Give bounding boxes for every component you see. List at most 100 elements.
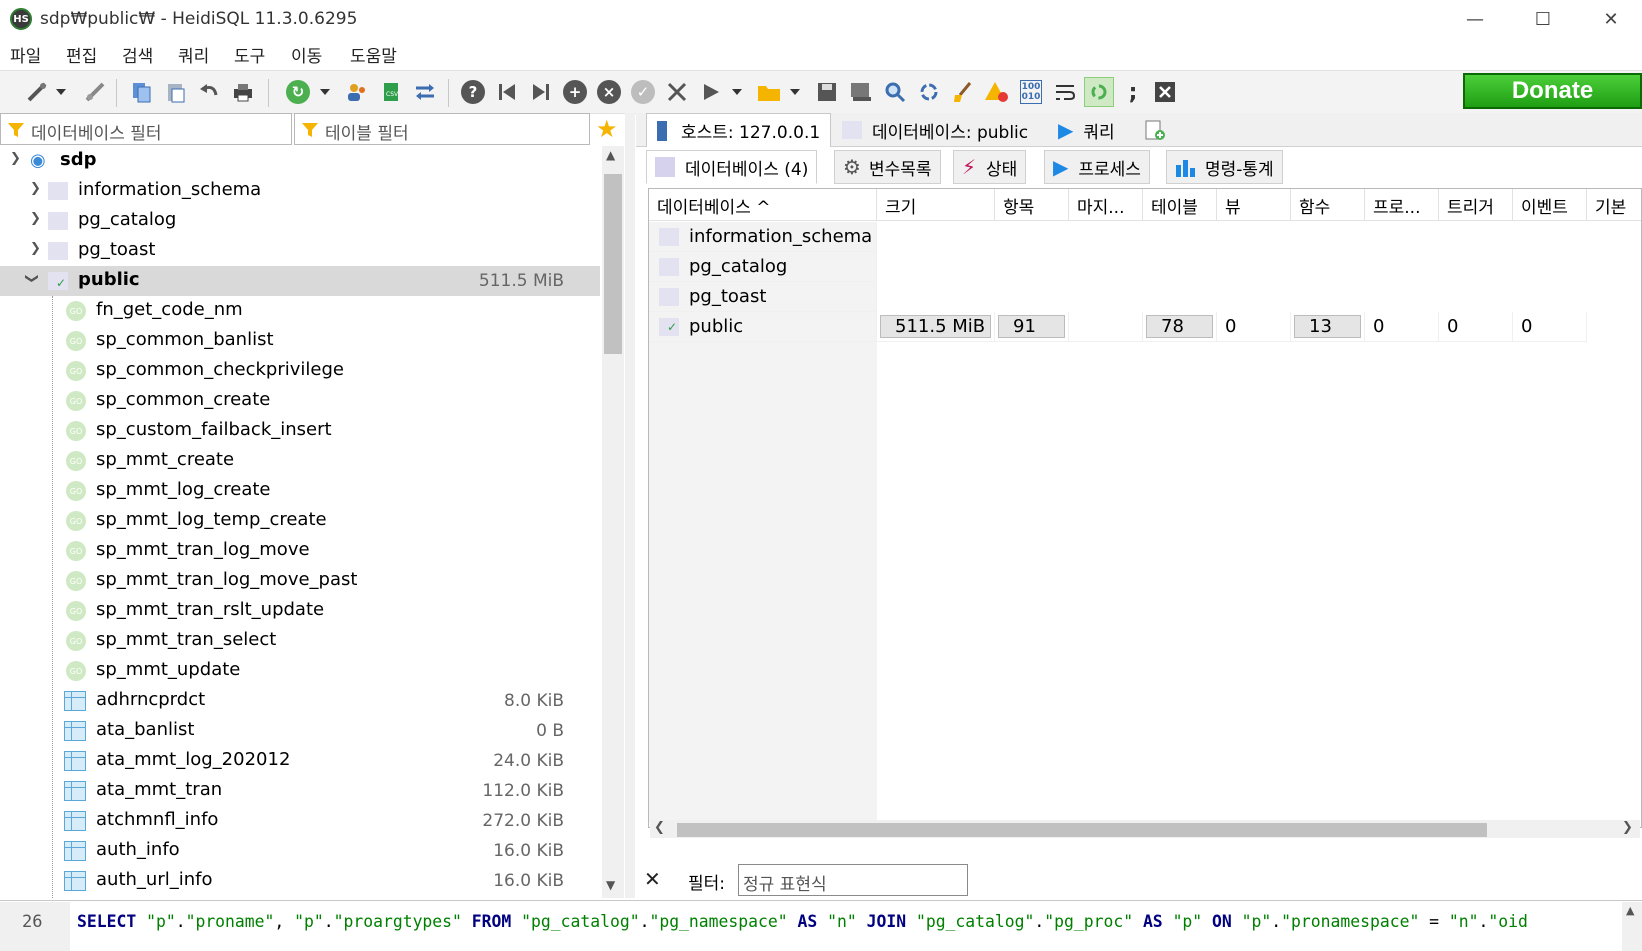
favorite-star-icon[interactable]: ★ xyxy=(596,115,618,143)
grid-scrollbar-thumb[interactable] xyxy=(677,823,1487,837)
tree-node-table[interactable]: auth_info 16.0 KiB xyxy=(0,836,600,866)
menu-edit[interactable]: 편집 xyxy=(66,42,97,67)
tree-node-function[interactable]: GO fn_get_code_nm xyxy=(0,296,600,326)
sync-icon[interactable] xyxy=(410,77,440,107)
sql-text[interactable]: SELECT "p"."proname", "p"."proargtypes" … xyxy=(77,912,1622,931)
terminator-icon[interactable]: ; xyxy=(1118,77,1148,107)
dropdown-arrow-icon[interactable] xyxy=(786,77,804,107)
save-icon[interactable] xyxy=(812,77,842,107)
column-header[interactable]: 트리거 xyxy=(1439,189,1513,221)
first-icon[interactable] xyxy=(492,77,522,107)
maximize-icon[interactable]: ☐ xyxy=(1508,0,1578,38)
scroll-right-icon[interactable]: ❯ xyxy=(1622,820,1633,835)
remove-icon[interactable]: × xyxy=(594,77,624,107)
print-icon[interactable] xyxy=(228,77,258,107)
cancel-icon[interactable] xyxy=(662,77,692,107)
column-header[interactable]: 프로... xyxy=(1365,189,1439,221)
cell-events[interactable]: 0 xyxy=(1513,312,1587,342)
auto-refresh-icon[interactable] xyxy=(1084,77,1114,107)
run-icon[interactable] xyxy=(696,77,726,107)
connect-icon[interactable] xyxy=(22,77,52,107)
cell-procedures[interactable]: 0 xyxy=(1365,312,1439,342)
apply-icon[interactable]: ✓ xyxy=(628,77,658,107)
paste-icon[interactable] xyxy=(160,77,190,107)
tree-node-function[interactable]: GO sp_common_checkprivilege xyxy=(0,356,600,386)
last-icon[interactable] xyxy=(526,77,556,107)
pane-splitter[interactable] xyxy=(625,113,635,898)
tab-query[interactable]: ▶ 쿼리 xyxy=(1048,113,1125,147)
tree-node-table[interactable]: auth_url_info 16.0 KiB xyxy=(0,866,600,896)
menu-file[interactable]: 파일 xyxy=(10,42,41,67)
close-filter-icon[interactable]: ✕ xyxy=(644,867,661,891)
tree-node-function[interactable]: GO sp_mmt_tran_rslt_update xyxy=(0,596,600,626)
column-header[interactable]: 기본 xyxy=(1587,189,1641,221)
tree-node-function[interactable]: GO sp_mmt_update xyxy=(0,656,600,686)
column-header[interactable]: 데이터베이스 ^ xyxy=(649,189,877,221)
donate-button[interactable]: Donate xyxy=(1463,73,1642,109)
tab-processes[interactable]: ▶ 프로세스 xyxy=(1044,150,1150,184)
menu-goto[interactable]: 이동 xyxy=(291,42,322,67)
collapse-chevron-icon[interactable]: ❯ xyxy=(10,151,21,166)
help-icon[interactable]: ? xyxy=(458,77,488,107)
table-row[interactable]: pg_toast xyxy=(649,282,877,312)
tab-database[interactable]: 데이터베이스: public xyxy=(832,113,1038,147)
cell-tables[interactable]: 78 xyxy=(1143,312,1217,342)
tree-node-database[interactable]: ❯ pg_toast xyxy=(0,236,600,266)
cell-items[interactable]: 91 xyxy=(995,312,1069,342)
expand-chevron-icon[interactable]: ❯ xyxy=(30,241,41,256)
tree-scrollbar-thumb[interactable] xyxy=(604,174,622,354)
tree-node-function[interactable]: GO sp_mmt_log_create xyxy=(0,476,600,506)
scroll-left-icon[interactable]: ❮ xyxy=(654,820,665,835)
tree-node-function[interactable]: GO sp_mmt_create xyxy=(0,446,600,476)
tree-node-database-selected[interactable]: ❯ ✓ public 511.5 MiB xyxy=(0,266,600,296)
export-icon[interactable]: CSV xyxy=(376,77,406,107)
tree-node-database[interactable]: ❯ pg_catalog xyxy=(0,206,600,236)
warning-icon[interactable] xyxy=(982,77,1012,107)
new-query-tab-button[interactable] xyxy=(1134,113,1176,147)
tab-status[interactable]: ⚡ 상태 xyxy=(953,150,1027,184)
copy-icon[interactable] xyxy=(126,77,156,107)
table-row[interactable]: pg_catalog xyxy=(649,252,877,282)
grid-filter-input[interactable]: 정규 표현식 xyxy=(738,864,968,896)
editor-scrollbar[interactable]: ▲ xyxy=(1622,902,1642,951)
column-header[interactable]: 뷰 xyxy=(1217,189,1291,221)
table-row[interactable]: information_schema xyxy=(649,222,877,252)
minimize-icon[interactable]: — xyxy=(1440,0,1510,38)
find-icon[interactable] xyxy=(880,77,910,107)
cell-functions[interactable]: 13 xyxy=(1291,312,1365,342)
column-header[interactable]: 테이블 xyxy=(1143,189,1217,221)
column-header[interactable]: 함수 xyxy=(1291,189,1365,221)
menu-search[interactable]: 검색 xyxy=(122,42,153,67)
tab-host[interactable]: 호스트: 127.0.0.1 xyxy=(646,113,832,147)
tab-databases[interactable]: 데이터베이스 (4) xyxy=(646,150,818,184)
binary-icon[interactable]: 100 010 xyxy=(1016,77,1046,107)
menu-tools[interactable]: 도구 xyxy=(234,42,265,67)
replace-icon[interactable] xyxy=(914,77,944,107)
clear-icon[interactable] xyxy=(948,77,978,107)
dropdown-arrow-icon[interactable] xyxy=(316,77,334,107)
dropdown-arrow-icon[interactable] xyxy=(52,77,70,107)
wrap-icon[interactable] xyxy=(1050,77,1080,107)
menu-help[interactable]: 도움말 xyxy=(350,42,397,67)
column-header[interactable]: 마지... xyxy=(1069,189,1143,221)
table-filter-input[interactable]: 테이블 필터 xyxy=(294,113,590,145)
scroll-up-icon[interactable]: ▲ xyxy=(1626,904,1634,917)
scroll-up-icon[interactable]: ▲ xyxy=(606,148,615,162)
column-header[interactable]: 크기 xyxy=(877,189,995,221)
scroll-down-icon[interactable]: ▼ xyxy=(606,878,615,892)
tree-node-function[interactable]: GO sp_mmt_tran_log_move xyxy=(0,536,600,566)
dropdown-arrow-icon[interactable] xyxy=(728,77,746,107)
save-as-icon[interactable] xyxy=(846,77,876,107)
tree-node-function[interactable]: GO sp_common_create xyxy=(0,386,600,416)
refresh-icon[interactable]: ↻ xyxy=(283,77,313,107)
close-tab-icon[interactable] xyxy=(1150,77,1180,107)
tree-node-database[interactable]: ❯ information_schema xyxy=(0,176,600,206)
cell-views[interactable]: 0 xyxy=(1217,312,1291,342)
database-filter-input[interactable]: 데이터베이스 필터 xyxy=(0,113,292,145)
cell-size[interactable]: 511.5 MiB xyxy=(877,312,995,342)
tab-command-stats[interactable]: 명령-통계 xyxy=(1166,150,1283,184)
tree-node-function[interactable]: GO sp_custom_failback_insert xyxy=(0,416,600,446)
tree-node-table[interactable]: ata_mmt_log_202012 24.0 KiB xyxy=(0,746,600,776)
disconnect-icon[interactable] xyxy=(80,77,110,107)
user-manager-icon[interactable] xyxy=(342,77,372,107)
